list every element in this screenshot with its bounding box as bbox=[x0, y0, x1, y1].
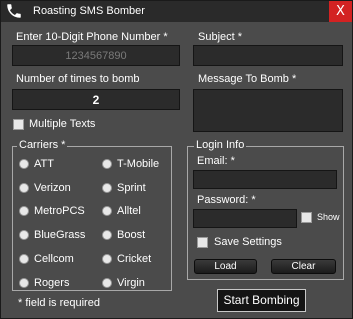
carrier-radio-alltel[interactable] bbox=[102, 206, 112, 216]
times-field-box bbox=[12, 89, 180, 110]
carrier-label-bluegrass: BlueGrass bbox=[34, 229, 86, 241]
carrier-label-boost: Boost bbox=[117, 229, 146, 241]
phone-label: Enter 10-Digit Phone Number * bbox=[16, 31, 168, 43]
message-input[interactable] bbox=[194, 90, 342, 131]
carrier-radio-cricket[interactable] bbox=[102, 254, 112, 264]
carrier-label-cellcom: Cellcom bbox=[34, 253, 74, 265]
carrier-radio-sprint[interactable] bbox=[102, 183, 112, 193]
carrier-radio-att[interactable] bbox=[19, 159, 29, 169]
close-button[interactable]: X bbox=[329, 1, 352, 22]
carrier-label-verizon: Verizon bbox=[34, 182, 71, 194]
carrier-label-cricket: Cricket bbox=[117, 253, 152, 265]
login-title: Login Info bbox=[194, 139, 247, 151]
window-title: Roasting SMS Bomber bbox=[33, 5, 145, 17]
subject-label: Subject * bbox=[198, 31, 243, 43]
clear-button[interactable]: Clear bbox=[271, 259, 336, 274]
carrier-radio-virgin[interactable] bbox=[102, 278, 112, 288]
password-field-box bbox=[193, 209, 297, 228]
app-window: Roasting SMS Bomber X Enter 10-Digit Pho… bbox=[0, 0, 353, 319]
phone-field-box bbox=[12, 45, 180, 66]
carrier-label-tmobile: T-Mobile bbox=[117, 158, 160, 170]
message-field-box bbox=[193, 89, 343, 132]
save-settings-label: Save Settings bbox=[214, 236, 282, 248]
multiple-texts-checkbox[interactable] bbox=[13, 119, 24, 130]
carrier-label-rogers: Rogers bbox=[34, 277, 70, 289]
carrier-label-metropcs: MetroPCS bbox=[34, 205, 85, 217]
carrier-label-sprint: Sprint bbox=[117, 182, 146, 194]
carrier-label-virgin: Virgin bbox=[117, 277, 145, 289]
carrier-radio-boost[interactable] bbox=[102, 230, 112, 240]
show-password-checkbox[interactable] bbox=[301, 212, 312, 223]
email-label: Email: * bbox=[197, 155, 235, 167]
carriers-title: Carriers * bbox=[17, 139, 68, 151]
email-input[interactable] bbox=[194, 171, 336, 188]
password-label: Password: * bbox=[197, 194, 256, 206]
carrier-radio-cellcom[interactable] bbox=[19, 254, 29, 264]
save-settings-checkbox[interactable] bbox=[197, 237, 208, 248]
multiple-texts-label: Multiple Texts bbox=[29, 118, 96, 130]
title-bar: Roasting SMS Bomber X bbox=[1, 1, 352, 22]
start-bombing-button[interactable]: Start Bombing bbox=[217, 289, 306, 312]
carrier-label-alltel: Alltel bbox=[117, 205, 141, 217]
subject-field-box bbox=[193, 45, 343, 66]
times-label: Number of times to bomb bbox=[16, 73, 140, 85]
message-label: Message To Bomb * bbox=[198, 73, 297, 85]
carrier-label-att: ATT bbox=[34, 158, 54, 170]
carrier-radio-verizon[interactable] bbox=[19, 183, 29, 193]
carrier-radio-metropcs[interactable] bbox=[19, 206, 29, 216]
required-note: * field is required bbox=[18, 297, 100, 309]
load-button[interactable]: Load bbox=[194, 259, 257, 274]
carrier-radio-rogers[interactable] bbox=[19, 278, 29, 288]
carrier-radio-tmobile[interactable] bbox=[102, 159, 112, 169]
subject-input[interactable] bbox=[194, 46, 342, 65]
phone-icon bbox=[7, 4, 21, 18]
carrier-radio-bluegrass[interactable] bbox=[19, 230, 29, 240]
show-password-label: Show bbox=[317, 212, 340, 222]
password-input[interactable] bbox=[194, 210, 296, 227]
email-field-box bbox=[193, 170, 337, 189]
phone-input[interactable] bbox=[13, 46, 179, 65]
times-input[interactable] bbox=[13, 90, 179, 109]
